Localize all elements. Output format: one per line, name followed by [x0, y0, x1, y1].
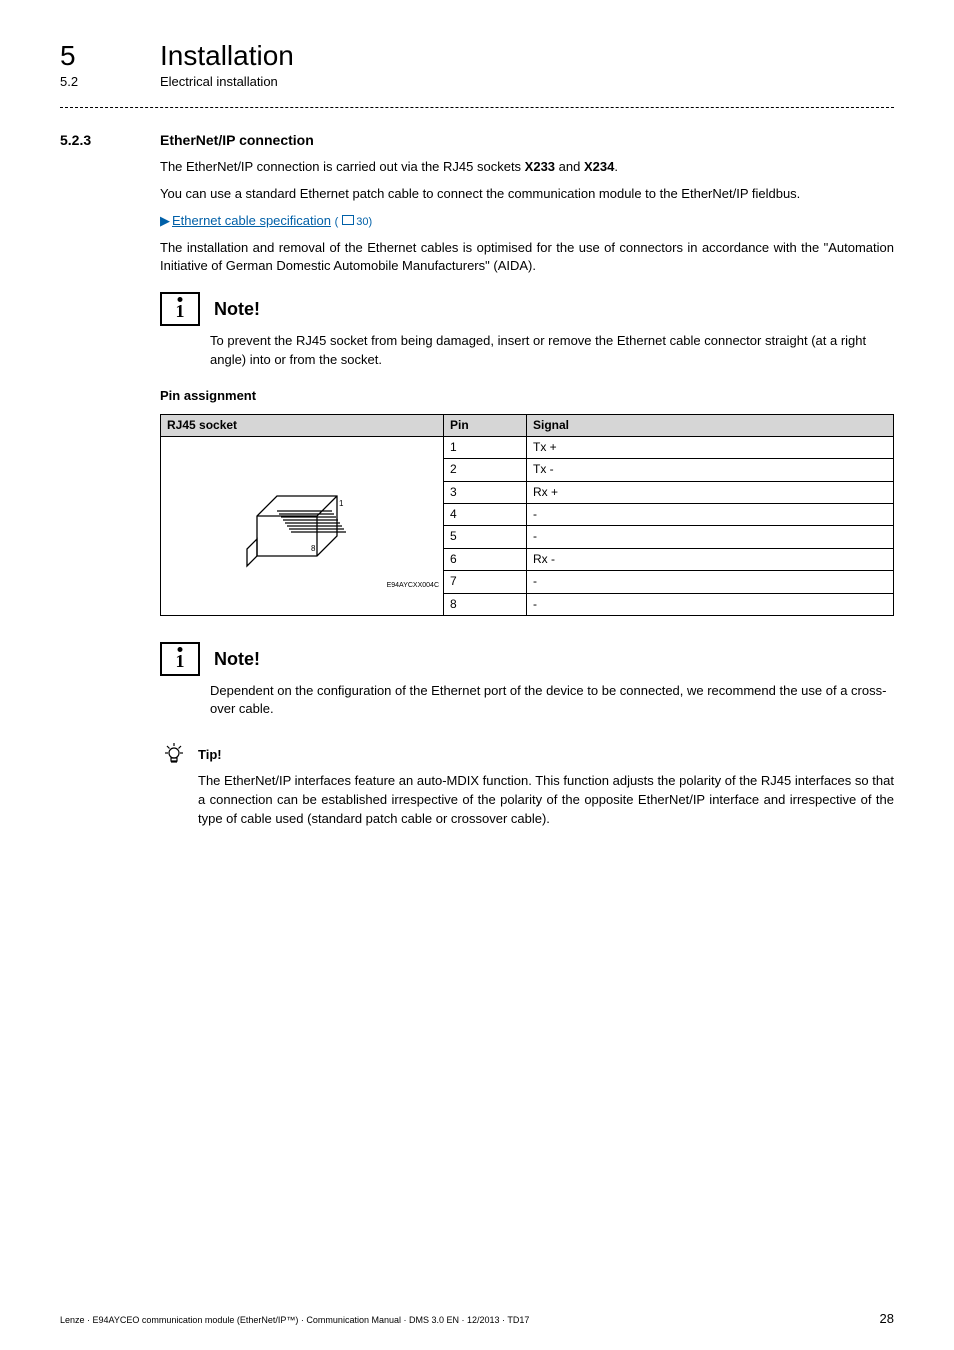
col-pin: Pin	[444, 414, 527, 436]
pin-table: RJ45 socket Pin Signal	[160, 414, 894, 617]
pin-cell: 1	[444, 436, 527, 458]
signal-cell: -	[527, 593, 894, 615]
pin-cell: 2	[444, 459, 527, 481]
pin-cell: 7	[444, 571, 527, 593]
signal-cell: Tx +	[527, 436, 894, 458]
col-signal: Signal	[527, 414, 894, 436]
signal-cell: -	[527, 504, 894, 526]
pin-assignment-heading: Pin assignment	[160, 387, 894, 406]
subsection-number: 5.2.3	[60, 132, 120, 148]
signal-cell: -	[527, 526, 894, 548]
note-block-1: 1 Note! To prevent the RJ45 socket from …	[160, 292, 894, 368]
signal-cell: Rx -	[527, 548, 894, 570]
signal-cell: -	[527, 571, 894, 593]
pin-cell: 3	[444, 481, 527, 503]
section-number: 5.2	[60, 74, 120, 89]
pin-cell: 4	[444, 504, 527, 526]
page-icon	[342, 215, 354, 225]
para2: You can use a standard Ethernet patch ca…	[160, 185, 894, 204]
rj45-socket-cell: 1 8 E94AYCXX004C	[161, 436, 444, 615]
pin-assignment-block: Pin assignment RJ45 socket Pin Signal	[160, 387, 894, 616]
pin-cell: 5	[444, 526, 527, 548]
page-footer: Lenze · E94AYCEO communication module (E…	[60, 1311, 894, 1326]
rj45-socket-icon: 1 8	[227, 461, 377, 591]
signal-cell: Rx +	[527, 481, 894, 503]
page-number: 28	[880, 1311, 894, 1326]
tip-text: The EtherNet/IP interfaces feature an au…	[198, 772, 894, 829]
chapter-title: Installation	[160, 40, 294, 72]
para1-b2: X234	[584, 159, 614, 174]
info-icon: 1	[160, 292, 200, 326]
note-block-2: 1 Note! Dependent on the configuration o…	[160, 642, 894, 718]
note-text-1: To prevent the RJ45 socket from being da…	[210, 332, 894, 368]
subsection-title: EtherNet/IP connection	[160, 132, 314, 148]
ethernet-spec-link[interactable]: Ethernet cable specification	[172, 213, 331, 228]
para1-b1: X233	[525, 159, 555, 174]
tip-label: Tip!	[198, 747, 222, 762]
pin-cell: 6	[444, 548, 527, 570]
svg-text:8: 8	[311, 544, 316, 553]
lightbulb-icon	[160, 740, 188, 768]
para1-mid: and	[555, 159, 584, 174]
section-title: Electrical installation	[160, 74, 278, 89]
svg-text:1: 1	[339, 499, 344, 508]
note-text-2: Dependent on the configuration of the Et…	[210, 682, 894, 718]
chapter-number: 5	[60, 40, 120, 72]
para1-post: .	[614, 159, 618, 174]
body-text: The EtherNet/IP connection is carried ou…	[160, 158, 894, 276]
socket-part-label: E94AYCXX004C	[387, 581, 439, 591]
tip-block: Tip! The EtherNet/IP interfaces feature …	[160, 740, 894, 829]
note-label-2: Note!	[214, 649, 260, 670]
signal-cell: Tx -	[527, 459, 894, 481]
link-arrow-icon: ▶	[160, 213, 170, 228]
col-rj45: RJ45 socket	[161, 414, 444, 436]
para1-pre: The EtherNet/IP connection is carried ou…	[160, 159, 525, 174]
footer-text: Lenze · E94AYCEO communication module (E…	[60, 1315, 529, 1325]
note-label-1: Note!	[214, 299, 260, 320]
para3: The installation and removal of the Ethe…	[160, 239, 894, 277]
info-icon: 1	[160, 642, 200, 676]
link-page-number: 30	[356, 216, 368, 228]
divider	[60, 107, 894, 108]
pin-cell: 8	[444, 593, 527, 615]
link-page-ref: (30)	[335, 216, 373, 228]
